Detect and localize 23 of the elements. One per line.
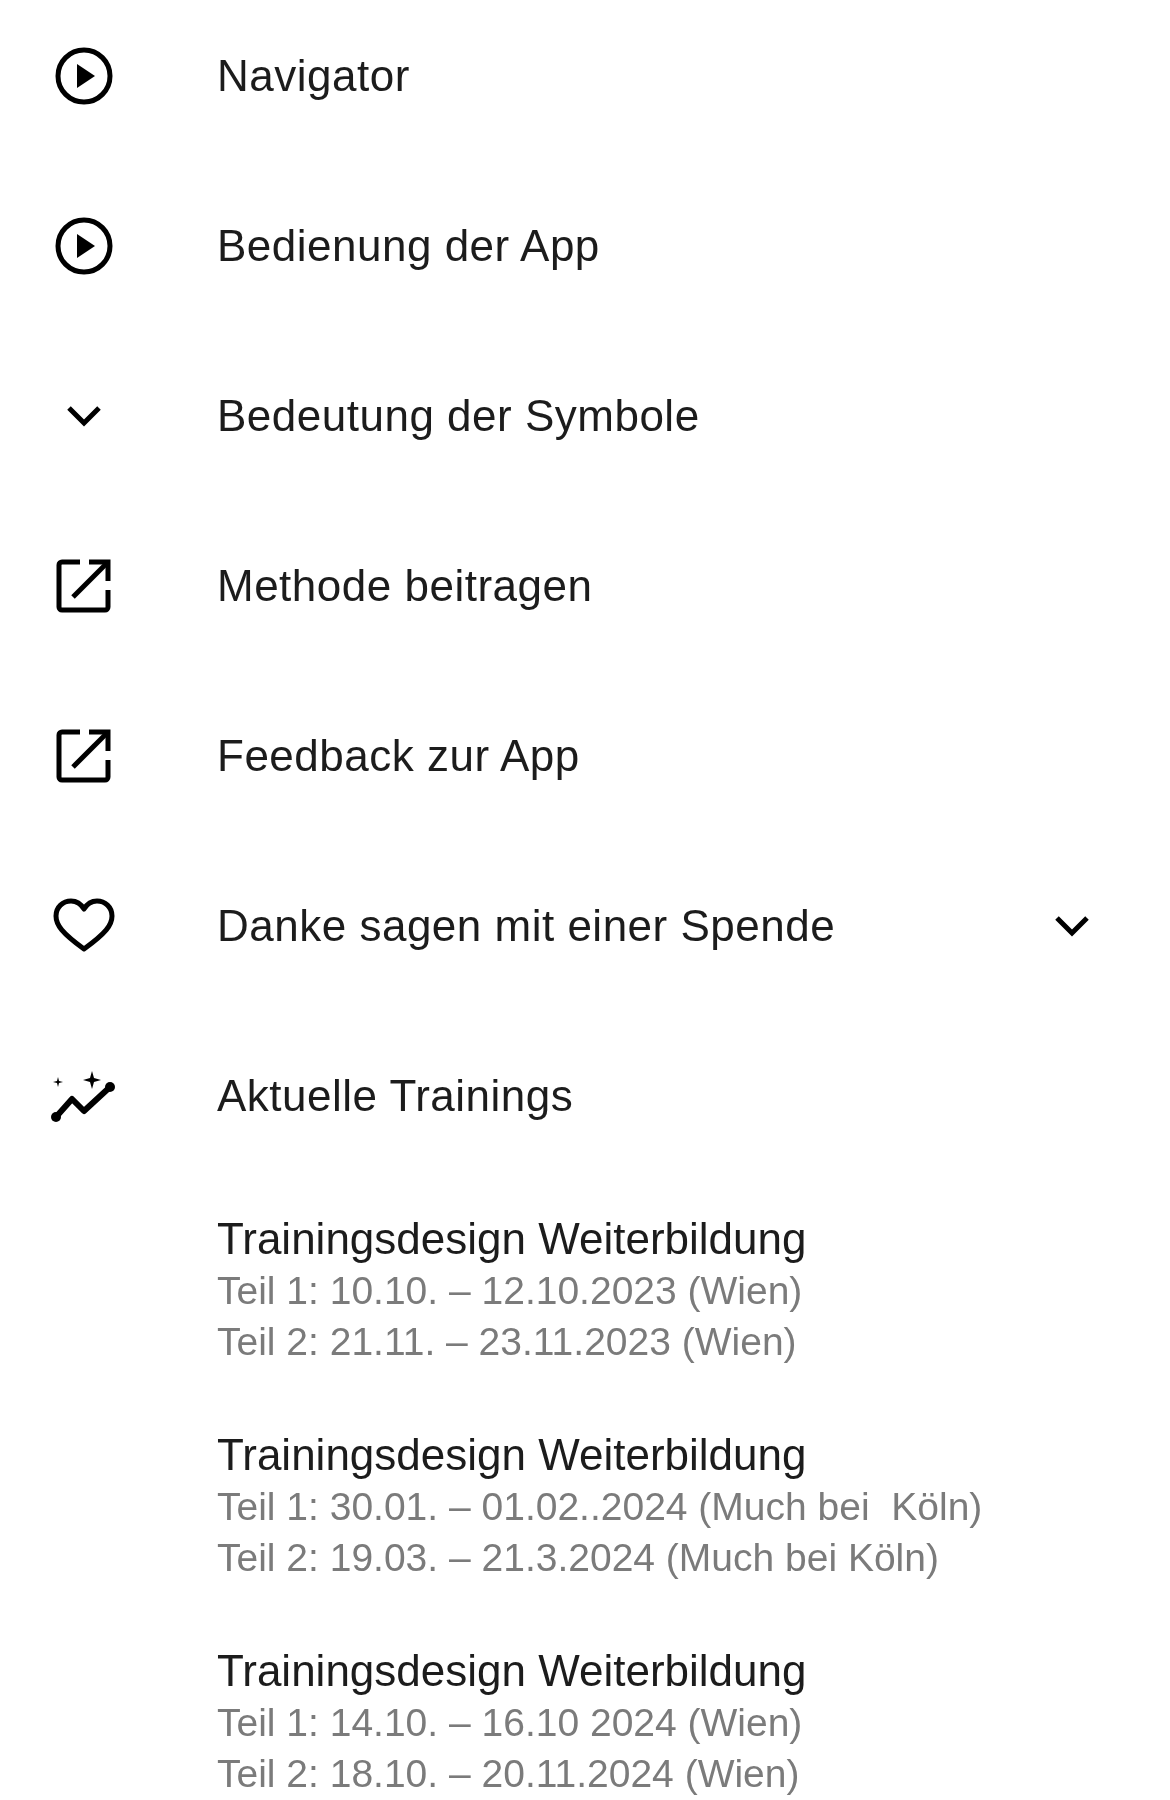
training-date: Teil 1: 10.10. – 12.10.2023 (Wien) — [217, 1268, 804, 1314]
menu-item-label[interactable]: Methode beitragen — [217, 561, 1090, 611]
menu-item-label[interactable]: Bedeutung der Symbole — [217, 391, 1090, 441]
training-date: Teil 2: 19.03. – 21.3.2024 (Much bei Köln) — [217, 1535, 940, 1581]
external-link-icon — [56, 728, 112, 784]
training-title: Trainingsdesign Weiterbildung — [217, 1645, 808, 1697]
training-date: Teil 2: 18.10. – 20.11.2024 (Wien) — [217, 1751, 801, 1797]
play-icon — [55, 47, 113, 105]
training-date: Teil 1: 14.10. – 16.10 2024 (Wien) — [217, 1700, 804, 1746]
play-icon — [55, 217, 113, 275]
menu-item-label[interactable]: Feedback zur App — [217, 731, 1090, 781]
chevron-down-icon — [66, 405, 102, 427]
menu-item-label[interactable]: Navigator — [217, 51, 1090, 101]
menu-item-label[interactable]: Bedienung der App — [217, 221, 1090, 271]
heart-icon — [52, 898, 116, 954]
chevron-down-icon[interactable] — [1054, 915, 1090, 937]
menu-item-label[interactable]: Danke sagen mit einer Spende — [217, 901, 1054, 951]
training-title: Trainingsdesign Weiterbildung — [217, 1429, 808, 1481]
external-link-icon — [56, 558, 112, 614]
training-date: Teil 1: 30.01. – 01.02..2024 (Much bei Köln) — [217, 1484, 984, 1530]
menu-item-label[interactable]: Aktuelle Trainings — [217, 1071, 1090, 1121]
training-title: Trainingsdesign Weiterbildung — [217, 1213, 808, 1265]
training-date: Teil 2: 21.11. – 23.11.2023 (Wien) — [217, 1319, 798, 1365]
